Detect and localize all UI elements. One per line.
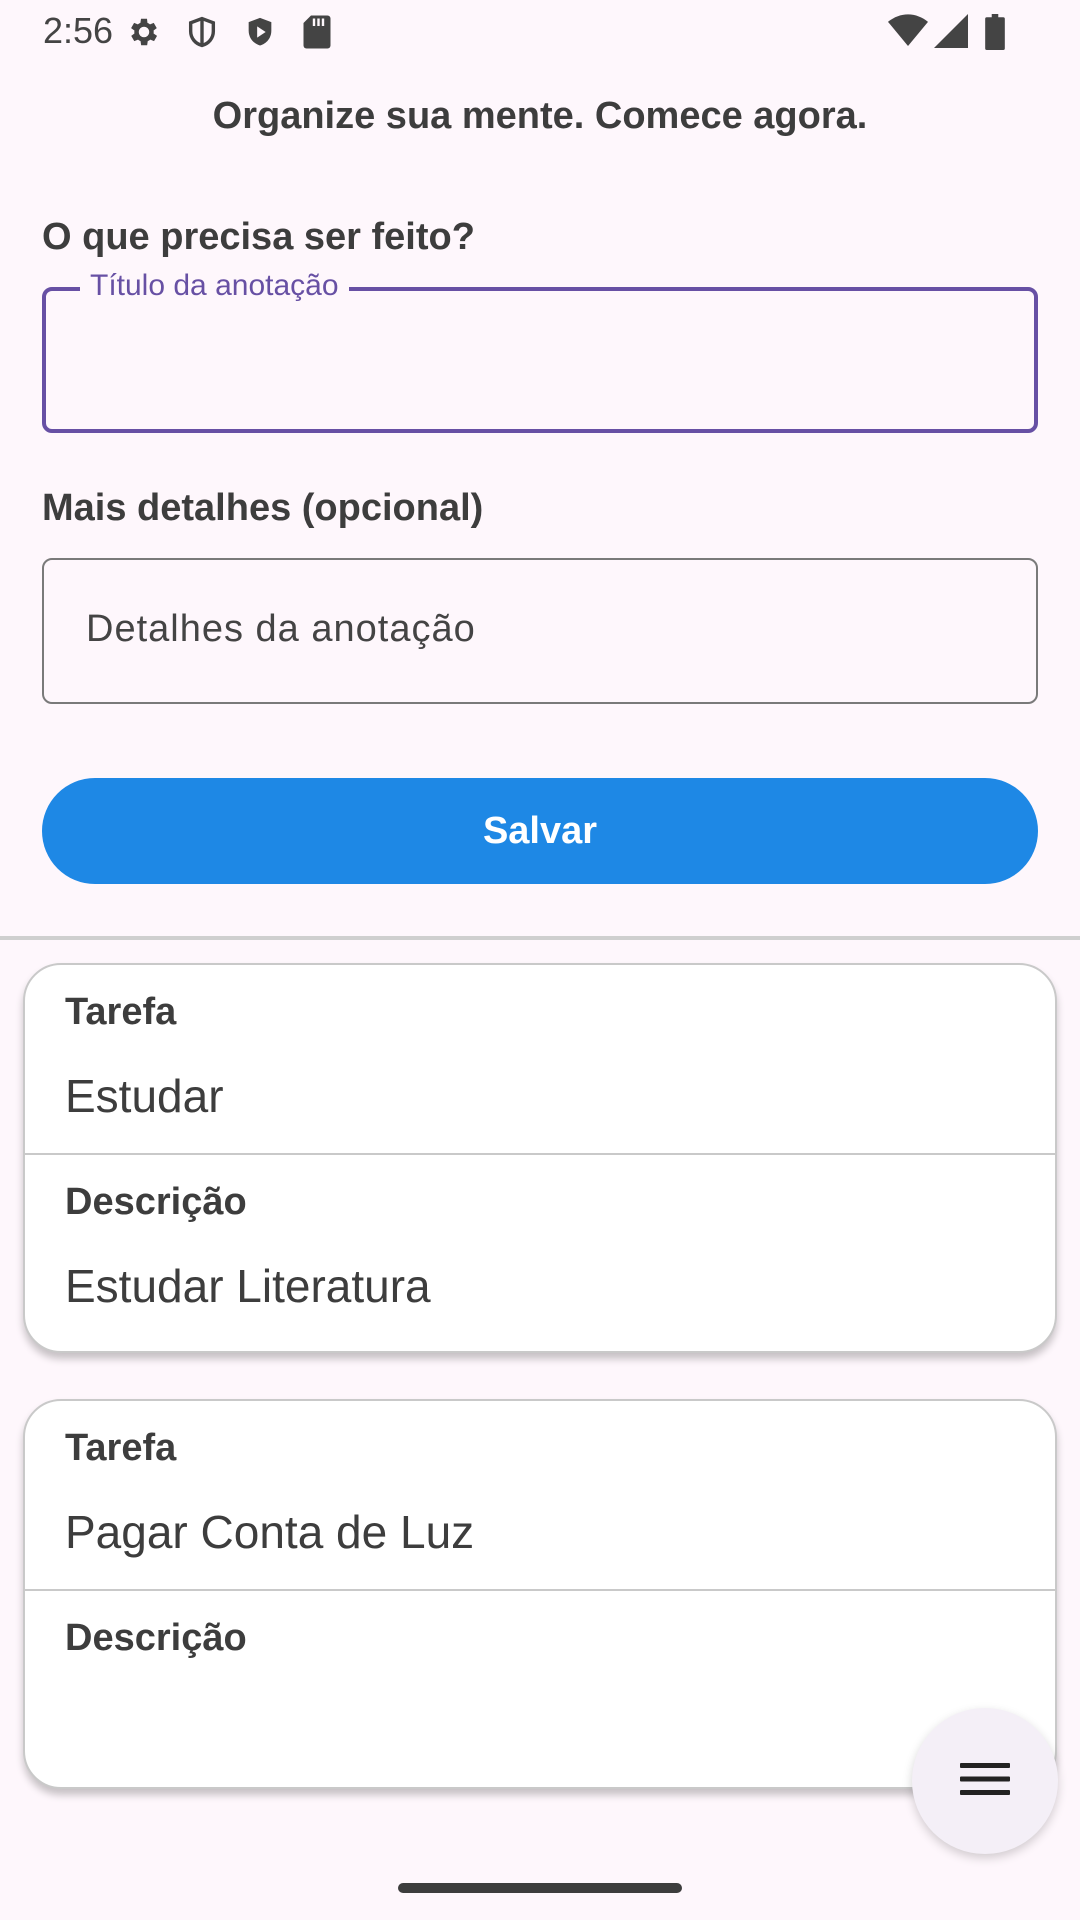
- note-card[interactable]: Tarefa Pagar Conta de Luz Descrição: [23, 1399, 1057, 1789]
- card-task-label: Tarefa: [65, 991, 177, 1033]
- details-input-placeholder: Detalhes da anotação: [86, 608, 476, 650]
- save-button[interactable]: Salvar: [42, 778, 1038, 884]
- card-task-section: Tarefa Pagar Conta de Luz: [25, 1401, 1055, 1591]
- app-screen: 2:56 Organize sua mente. Comece agora. O…: [0, 0, 1080, 1920]
- status-time: 2:56: [43, 10, 114, 51]
- menu-icon: [960, 1761, 1010, 1802]
- details-field-label: Mais detalhes (opcional): [42, 487, 484, 529]
- menu-fab-button[interactable]: [912, 1708, 1058, 1854]
- card-task-label: Tarefa: [65, 1427, 177, 1469]
- details-input[interactable]: Detalhes da anotação: [42, 558, 1038, 704]
- title-input-floating-label: Título da anotação: [80, 269, 349, 303]
- card-description-label: Descrição: [65, 1181, 247, 1223]
- gear-icon: [126, 14, 162, 50]
- home-indicator[interactable]: [398, 1883, 682, 1893]
- card-description-section: Descrição: [25, 1591, 1055, 1781]
- page-title: Organize sua mente. Comece agora.: [212, 95, 868, 137]
- sd-card-icon: [302, 14, 332, 50]
- card-description-section: Descrição Estudar Literatura: [25, 1155, 1055, 1345]
- status-bar: 2:56: [0, 0, 1080, 62]
- card-task-value: Estudar: [65, 1070, 224, 1122]
- divider: [0, 936, 1080, 940]
- title-field-label: O que precisa ser feito?: [42, 216, 475, 258]
- note-card[interactable]: Tarefa Estudar Descrição Estudar Literat…: [23, 963, 1057, 1353]
- title-input[interactable]: Título da anotação: [42, 269, 1038, 433]
- card-task-section: Tarefa Estudar: [25, 965, 1055, 1155]
- card-task-value: Pagar Conta de Luz: [65, 1506, 475, 1558]
- signal-icon: [934, 14, 968, 48]
- battery-icon: [984, 14, 1006, 50]
- wifi-icon: [888, 14, 928, 48]
- shield-play-icon: [243, 14, 277, 50]
- card-description-label: Descrição: [65, 1617, 247, 1659]
- card-description-value: Estudar Literatura: [65, 1260, 431, 1312]
- shield-outline-icon: [185, 14, 219, 50]
